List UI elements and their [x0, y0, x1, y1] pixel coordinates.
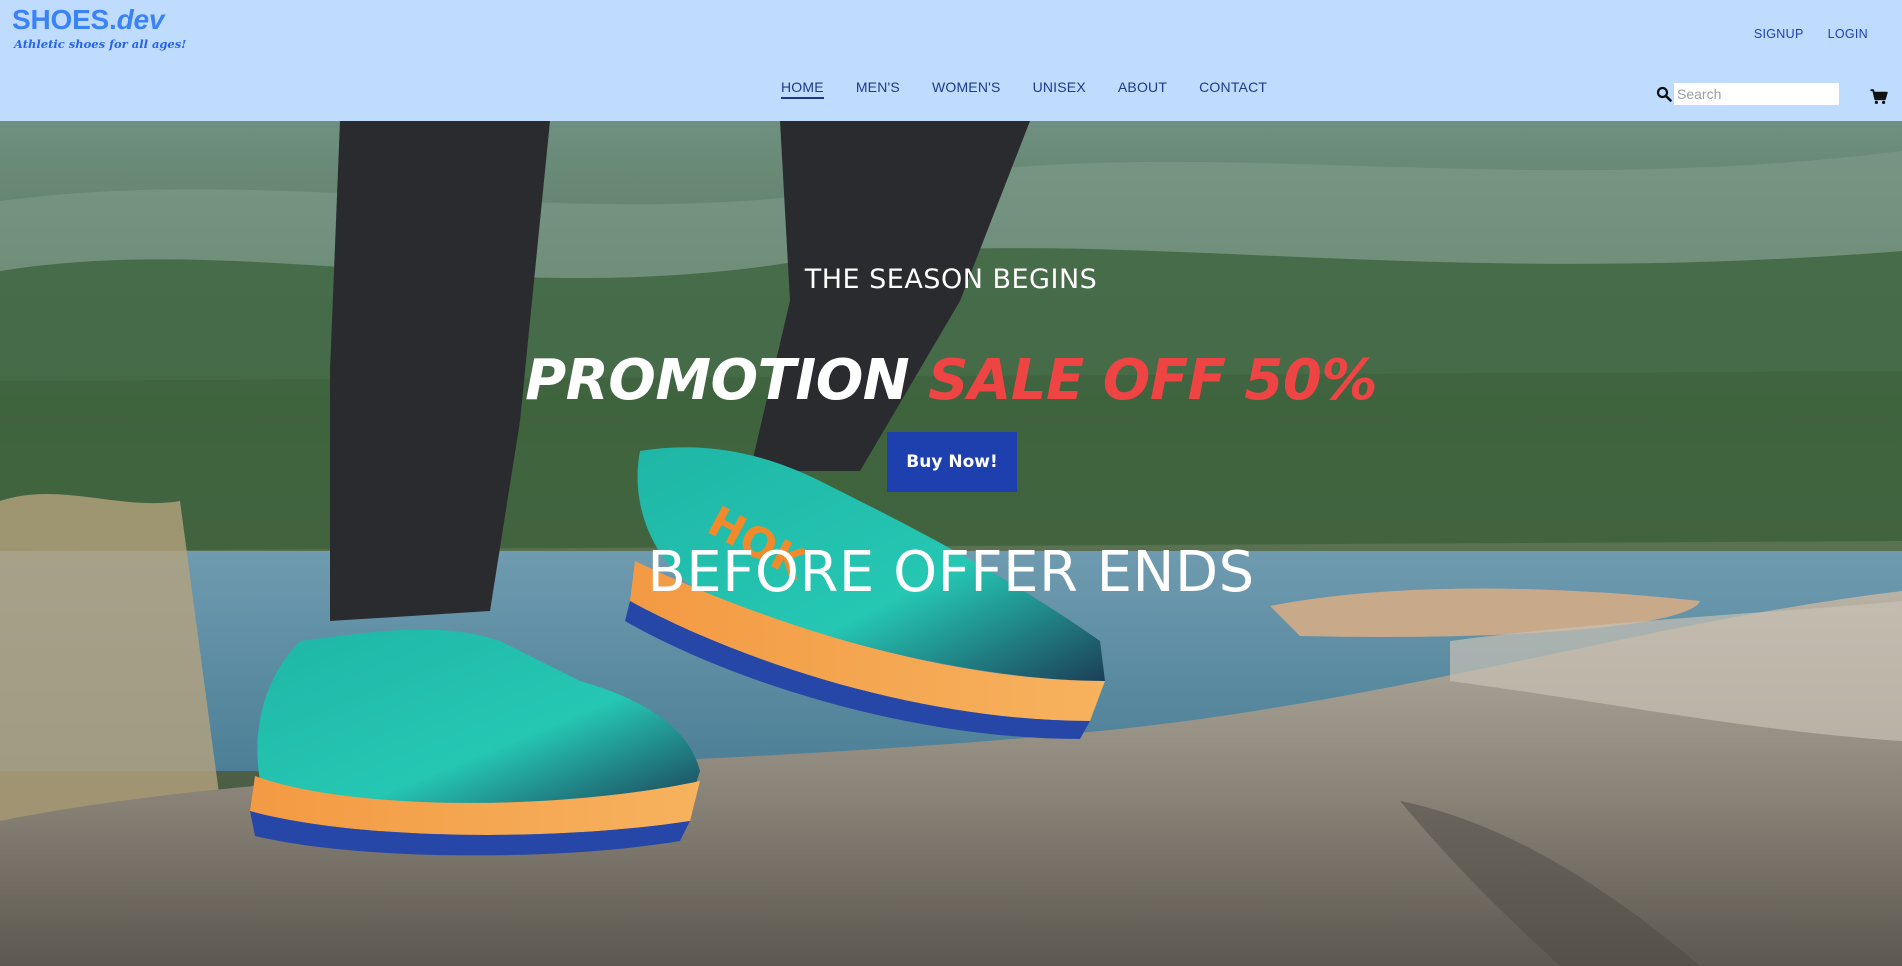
brand-name-tld: dev [116, 4, 165, 35]
buy-now-button[interactable]: Buy Now! [887, 432, 1017, 492]
nav-item-womens[interactable]: WOMEN'S [932, 79, 1001, 99]
site-header: SHOES.dev Athletic shoes for all ages! S… [0, 0, 1902, 121]
hero-banner: HOK THE SEASON BEGINS PROMOTION SALE OFF… [0, 121, 1902, 966]
nav-item-about[interactable]: ABOUT [1118, 79, 1167, 99]
headline-accent: SALE OFF 50% [928, 348, 1377, 413]
nav-item-unisex[interactable]: UNISEX [1033, 79, 1086, 99]
search-input[interactable] [1674, 83, 1839, 105]
nav-item-contact[interactable]: CONTACT [1199, 79, 1267, 99]
brand-name: SHOES.dev [12, 3, 186, 37]
hero-headline: PROMOTION SALE OFF 50% [0, 346, 1902, 416]
brand-logo[interactable]: SHOES.dev Athletic shoes for all ages! [12, 3, 186, 51]
search-box [1656, 83, 1839, 105]
login-link[interactable]: LOGIN [1828, 27, 1868, 41]
search-icon[interactable] [1656, 86, 1672, 102]
auth-links: SIGNUP LOGIN [1754, 27, 1868, 41]
main-nav: HOME MEN'S WOMEN'S UNISEX ABOUT CONTACT [781, 79, 1267, 99]
nav-item-home[interactable]: HOME [781, 79, 824, 99]
brand-name-main: SHOES. [12, 4, 117, 35]
hero-offer-ends: BEFORE OFFER ENDS [647, 540, 1255, 605]
cart-icon[interactable] [1870, 89, 1888, 105]
hero-eyebrow: THE SEASON BEGINS [804, 264, 1098, 295]
nav-item-mens[interactable]: MEN'S [856, 79, 900, 99]
headline-primary: PROMOTION [525, 348, 910, 413]
brand-tagline: Athletic shoes for all ages! [14, 37, 187, 51]
signup-link[interactable]: SIGNUP [1754, 27, 1804, 41]
